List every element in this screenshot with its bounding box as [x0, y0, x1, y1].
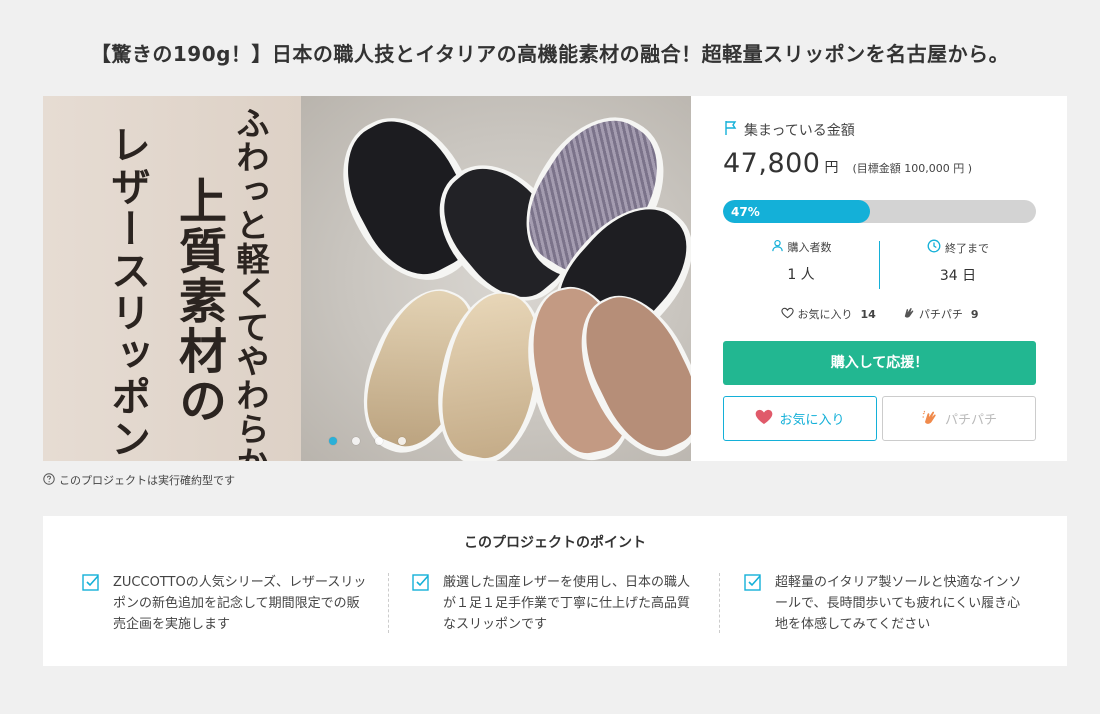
- raised-amount: 47,800: [723, 148, 821, 179]
- point-divider: [719, 573, 720, 633]
- shoes-photo: [301, 96, 691, 461]
- carousel-dots: [329, 437, 406, 445]
- carousel-dot-4[interactable]: [398, 437, 406, 445]
- point-item: ZUCCOTTOの人気シリーズ、レザースリッポンの新色追加を記念して期間限定での…: [81, 572, 371, 635]
- clock-icon: [927, 239, 941, 256]
- carousel-dot-3[interactable]: [375, 437, 383, 445]
- catch-line-3: レザースリッポン: [104, 124, 151, 460]
- favorite-count: 14: [860, 307, 876, 321]
- clap-hands-icon: [921, 409, 939, 429]
- point-divider: [388, 573, 389, 633]
- raised-label-row: 集まっている金額: [723, 120, 855, 140]
- flag-icon: [723, 120, 739, 140]
- raised-amount-row: 47,800 円 (目標金額 100,000 円 ): [723, 148, 972, 179]
- question-icon[interactable]: [43, 472, 55, 488]
- remaining-stat: 終了まで 34 日: [880, 239, 1036, 285]
- heart-outline-icon: [780, 307, 794, 322]
- checkbox-icon: [411, 572, 431, 635]
- page-title: 【驚きの190g！】日本の職人技とイタリアの高機能素材の融合！超軽量スリッポンを…: [90, 42, 1010, 66]
- carousel-dot-1[interactable]: [329, 437, 337, 445]
- buy-support-button[interactable]: 購入して応援！: [723, 341, 1036, 385]
- favorite-button-label: お気に入り: [779, 413, 845, 428]
- project-stats: 購入者数 1 人 終了まで 34 日: [723, 239, 1036, 291]
- raised-label: 集まっている金額: [744, 123, 855, 139]
- progress-bar: 47%: [723, 200, 1036, 223]
- remaining-label: 終了まで: [945, 241, 989, 255]
- execution-note-text: このプロジェクトは実行確約型です: [59, 474, 235, 487]
- clap-count-row: パチパチ 9: [902, 306, 979, 322]
- clap-icon: [902, 306, 915, 322]
- point-text-2: 厳選した国産レザーを使用し、日本の職人が１足１足手作業で丁寧に仕上げた高品質なス…: [443, 575, 691, 632]
- person-icon: [771, 239, 784, 255]
- clap-button-label: パチパチ: [944, 413, 997, 428]
- clap-count: 9: [970, 307, 979, 321]
- goal-amount: (目標金額 100,000 円 ): [852, 162, 973, 175]
- project-info-panel: 集まっている金額 47,800 円 (目標金額 100,000 円 ) 47% …: [691, 96, 1067, 461]
- reaction-counts: お気に入り 14 パチパチ 9: [723, 306, 1036, 322]
- remaining-value: 34 日: [939, 268, 977, 284]
- point-item: 厳選した国産レザーを使用し、日本の職人が１足１足手作業で丁寧に仕上げた高品質なス…: [411, 572, 701, 635]
- point-text-1: ZUCCOTTOの人気シリーズ、レザースリッポンの新色追加を記念して期間限定での…: [113, 575, 367, 632]
- point-text-3: 超軽量のイタリア製ソールと快適なインソールで、長時間歩いても疲れにくい履き心地を…: [775, 575, 1022, 632]
- project-points: このプロジェクトのポイント ZUCCOTTOの人気シリーズ、レザースリッポンの新…: [43, 516, 1067, 666]
- clap-count-label: パチパチ: [918, 308, 963, 321]
- heart-icon: [755, 409, 773, 429]
- catch-line-2: 上質素材の: [170, 176, 226, 426]
- favorite-button[interactable]: お気に入り: [723, 396, 877, 441]
- execution-note: このプロジェクトは実行確約型です: [43, 472, 235, 488]
- carousel-dot-2[interactable]: [352, 437, 360, 445]
- points-title: このプロジェクトのポイント: [464, 535, 646, 551]
- catch-copy-panel: ふわっと軽くてやわらかい 上質素材の レザースリッポン: [43, 96, 301, 461]
- raised-unit: 円: [824, 160, 839, 176]
- supporters-stat: 購入者数 1 人: [723, 239, 879, 284]
- checkbox-icon: [743, 572, 763, 635]
- checkbox-icon: [81, 572, 101, 635]
- point-item: 超軽量のイタリア製ソールと快適なインソールで、長時間歩いても疲れにくい履き心地を…: [743, 572, 1033, 635]
- favorite-count-row: お気に入り 14: [780, 306, 876, 322]
- supporters-value: 1 人: [787, 267, 815, 283]
- project-hero: ふわっと軽くてやわらかい 上質素材の レザースリッポン 集まっている金額 47,…: [43, 96, 1067, 461]
- favorite-count-label: お気に入り: [797, 308, 853, 321]
- clap-button[interactable]: パチパチ: [882, 396, 1036, 441]
- progress-fill: 47%: [723, 200, 871, 223]
- supporters-label: 購入者数: [787, 241, 832, 254]
- project-image-carousel[interactable]: ふわっと軽くてやわらかい 上質素材の レザースリッポン: [43, 96, 691, 461]
- catch-line-1: ふわっと軽くてやわらかい: [231, 106, 270, 461]
